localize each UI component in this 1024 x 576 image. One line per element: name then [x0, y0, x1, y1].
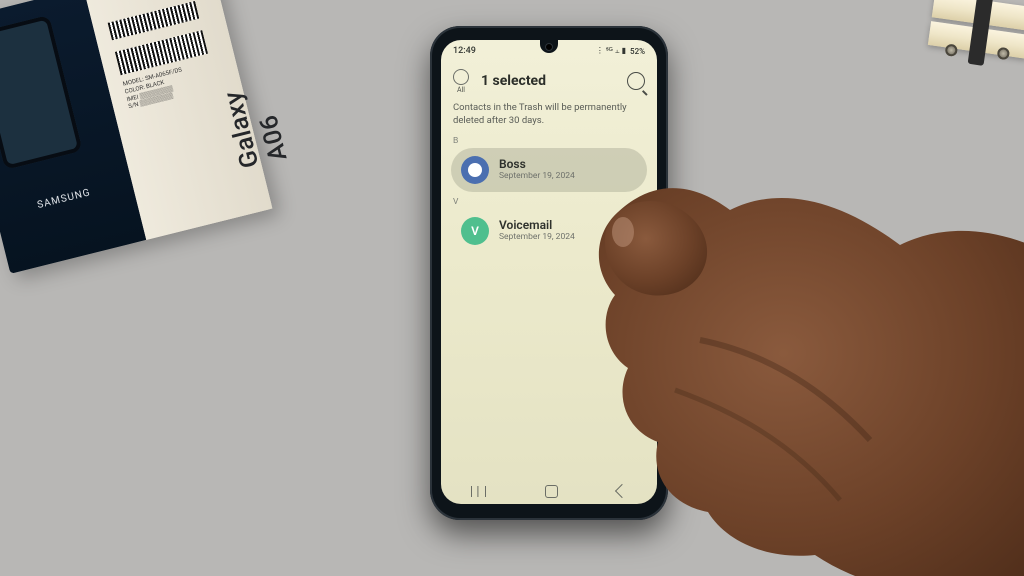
selection-count-title: 1 selected — [481, 73, 619, 89]
status-battery: 52% — [630, 47, 645, 56]
home-icon[interactable] — [545, 485, 558, 498]
unchecked-circle-icon — [453, 69, 469, 85]
back-icon[interactable] — [615, 484, 629, 498]
select-all-label: All — [457, 86, 465, 94]
contact-row-boss[interactable]: Boss September 19, 2024 — [451, 148, 647, 192]
phone-screen: 12:49 ⋮ ⁵ᴳ ⫠ ▮ 52% All 1 selected Contac… — [441, 40, 657, 504]
phone-frame: 12:49 ⋮ ⁵ᴳ ⫠ ▮ 52% All 1 selected Contac… — [430, 26, 668, 520]
contact-date: September 19, 2024 — [499, 233, 575, 243]
trash-info-text: Contacts in the Trash will be permanentl… — [453, 102, 645, 128]
selection-header: All 1 selected — [441, 64, 657, 98]
select-all-button[interactable]: All — [453, 69, 469, 94]
search-icon[interactable] — [627, 72, 645, 90]
recents-icon[interactable] — [471, 486, 486, 497]
scene: SAMSUNG Galaxy A06 MODEL: SM-A065F/DSCOL… — [0, 0, 1024, 576]
contact-date: September 19, 2024 — [499, 172, 575, 182]
avatar-icon: V — [461, 217, 489, 245]
section-header-b: B — [453, 136, 458, 146]
contact-name: Boss — [499, 158, 575, 172]
status-icons: ⋮ ⁵ᴳ ⫠ ▮ — [596, 46, 626, 56]
wooden-clamp-prop — [923, 0, 1024, 96]
section-header-v: V — [453, 197, 458, 207]
contact-row-voicemail[interactable]: V Voicemail September 19, 2024 — [451, 209, 647, 253]
checked-avatar-icon — [461, 156, 489, 184]
android-nav-bar — [441, 478, 657, 504]
contact-name: Voicemail — [499, 219, 575, 233]
status-time: 12:49 — [453, 46, 476, 56]
status-bar: 12:49 ⋮ ⁵ᴳ ⫠ ▮ 52% — [441, 40, 657, 62]
product-box: SAMSUNG Galaxy A06 MODEL: SM-A065F/DSCOL… — [0, 0, 272, 274]
